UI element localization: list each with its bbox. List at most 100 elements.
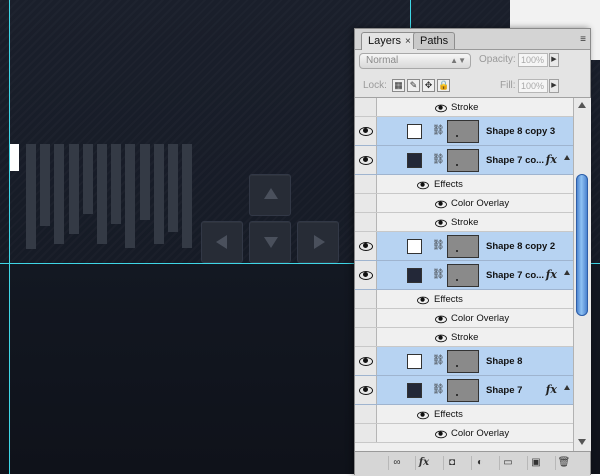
layer-color-thumbnail[interactable] — [407, 383, 422, 398]
layer-row[interactable]: ⛓ Shape 7 fx — [355, 376, 573, 405]
eye-icon[interactable] — [359, 357, 373, 366]
link-icon[interactable]: ⛓ — [432, 355, 445, 366]
effects-toggle-icon[interactable] — [564, 385, 570, 390]
layer-color-thumbnail[interactable] — [407, 239, 422, 254]
eye-icon[interactable] — [435, 334, 447, 343]
visibility-column[interactable] — [355, 261, 377, 289]
close-icon[interactable]: × — [405, 36, 411, 47]
effects-row[interactable]: Effects — [355, 290, 573, 309]
visibility-column[interactable] — [355, 175, 377, 193]
new-group-icon[interactable]: ▭ — [499, 456, 516, 470]
adjustment-layer-icon[interactable]: ◐ — [471, 456, 488, 470]
vector-mask-thumbnail[interactable] — [447, 350, 479, 373]
visibility-column[interactable] — [355, 194, 377, 212]
visibility-column[interactable] — [355, 98, 377, 116]
guide-vertical-left[interactable] — [9, 0, 10, 474]
eye-icon[interactable] — [359, 242, 373, 251]
link-icon[interactable]: ⛓ — [432, 154, 445, 165]
visibility-column[interactable] — [355, 376, 377, 404]
layer-name[interactable]: Shape 7 — [486, 385, 522, 396]
effects-toggle-icon[interactable] — [564, 270, 570, 275]
link-icon[interactable]: ⛓ — [432, 240, 445, 251]
layer-name[interactable]: Shape 8 copy 2 — [486, 241, 555, 252]
eye-icon[interactable] — [435, 219, 447, 228]
visibility-column[interactable] — [355, 347, 377, 375]
eye-icon[interactable] — [417, 411, 429, 420]
layer-color-thumbnail[interactable] — [407, 124, 422, 139]
effect-row[interactable]: Color Overlay — [355, 194, 573, 213]
opacity-slider-button[interactable]: ▶ — [549, 53, 559, 67]
layer-name[interactable]: Shape 7 co... — [486, 270, 544, 281]
eye-icon[interactable] — [359, 156, 373, 165]
vector-mask-thumbnail[interactable] — [447, 120, 479, 143]
layer-color-thumbnail[interactable] — [407, 268, 422, 283]
layer-row[interactable]: ⛓ Shape 7 co... fx — [355, 146, 573, 175]
visibility-column[interactable] — [355, 405, 377, 423]
scrollbar-thumb[interactable] — [576, 174, 588, 316]
layer-row[interactable]: ⛓ Shape 8 copy 2 — [355, 232, 573, 261]
link-icon[interactable]: ⛓ — [432, 384, 445, 395]
tab-layers[interactable]: Layers × — [361, 32, 418, 50]
eye-icon[interactable] — [417, 181, 429, 190]
link-layers-icon[interactable]: ∞ — [388, 456, 405, 470]
link-icon[interactable]: ⛓ — [432, 269, 445, 280]
fx-icon[interactable]: fx — [546, 383, 557, 396]
delete-layer-icon[interactable]: 🗑 — [555, 456, 572, 470]
effects-toggle-icon[interactable] — [564, 155, 570, 160]
effect-row[interactable]: Stroke — [355, 213, 573, 232]
link-icon[interactable]: ⛓ — [432, 125, 445, 136]
eye-icon[interactable] — [435, 104, 447, 113]
fill-field[interactable]: 100% — [518, 79, 548, 93]
fill-slider-button[interactable]: ▶ — [549, 79, 559, 93]
eye-icon[interactable] — [359, 127, 373, 136]
scroll-up-icon[interactable] — [578, 102, 586, 108]
visibility-column[interactable] — [355, 309, 377, 327]
vector-mask-thumbnail[interactable] — [447, 149, 479, 172]
layer-row[interactable]: ⛓ Shape 8 copy 3 — [355, 117, 573, 146]
layer-name[interactable]: Shape 7 co... — [486, 155, 544, 166]
visibility-column[interactable] — [355, 232, 377, 260]
effects-row[interactable]: Effects — [355, 175, 573, 194]
add-style-icon[interactable]: fx — [415, 456, 432, 470]
vector-mask-thumbnail[interactable] — [447, 379, 479, 402]
lock-transparent-icon[interactable]: ▦ — [392, 79, 405, 92]
layer-color-thumbnail[interactable] — [407, 354, 422, 369]
eye-icon[interactable] — [435, 200, 447, 209]
effect-row[interactable]: Color Overlay — [355, 424, 573, 443]
opacity-field[interactable]: 100% — [518, 53, 548, 67]
visibility-column[interactable] — [355, 213, 377, 231]
layer-list-scrollbar[interactable] — [573, 98, 591, 451]
new-layer-icon[interactable]: ▣ — [527, 456, 544, 470]
eye-icon[interactable] — [359, 271, 373, 280]
eye-icon[interactable] — [435, 430, 447, 439]
panel-menu-icon[interactable]: ≡ — [580, 35, 586, 45]
dpad-right-button[interactable] — [297, 221, 339, 263]
visibility-column[interactable] — [355, 424, 377, 442]
dpad-left-button[interactable] — [201, 221, 243, 263]
layer-name[interactable]: Shape 8 — [486, 356, 522, 367]
layer-row[interactable]: ⛓ Shape 7 co... fx — [355, 261, 573, 290]
layer-color-thumbnail[interactable] — [407, 153, 422, 168]
vector-mask-thumbnail[interactable] — [447, 264, 479, 287]
blend-mode-select[interactable]: Normal ▲▼ — [359, 53, 471, 69]
visibility-column[interactable] — [355, 117, 377, 145]
dpad-down-button[interactable] — [249, 221, 291, 263]
layer-row[interactable]: ⛓ Shape 8 — [355, 347, 573, 376]
add-mask-icon[interactable]: ◘ — [443, 456, 460, 470]
fx-icon[interactable]: fx — [546, 153, 557, 166]
visibility-column[interactable] — [355, 290, 377, 308]
visibility-column[interactable] — [355, 146, 377, 174]
lock-position-icon[interactable]: ✥ — [422, 79, 435, 92]
tab-paths[interactable]: Paths — [413, 32, 456, 49]
eye-icon[interactable] — [435, 315, 447, 324]
visibility-column[interactable] — [355, 328, 377, 346]
layer-name[interactable]: Shape 8 copy 3 — [486, 126, 555, 137]
fx-icon[interactable]: fx — [546, 268, 557, 281]
scroll-down-icon[interactable] — [578, 439, 586, 445]
lock-image-icon[interactable]: ✎ — [407, 79, 420, 92]
dpad-up-button[interactable] — [249, 174, 291, 216]
effect-row[interactable]: Color Overlay — [355, 309, 573, 328]
lock-all-icon[interactable]: 🔒 — [437, 79, 450, 92]
vector-mask-thumbnail[interactable] — [447, 235, 479, 258]
effect-row[interactable]: Stroke — [355, 328, 573, 347]
